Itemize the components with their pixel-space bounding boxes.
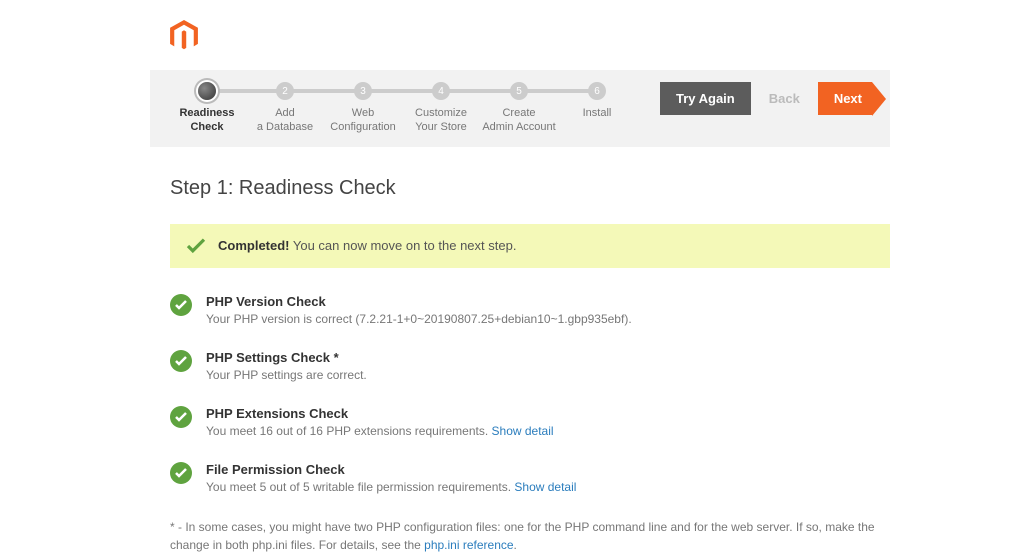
step-install[interactable]: 6 Install bbox=[558, 82, 636, 120]
step-dot: 3 bbox=[354, 82, 372, 100]
check-icon bbox=[186, 238, 206, 254]
success-icon bbox=[170, 350, 192, 372]
step-dot: 6 bbox=[588, 82, 606, 100]
step-label: Web bbox=[324, 106, 402, 120]
step-readiness-check[interactable]: Readiness Check bbox=[168, 82, 246, 135]
back-button: Back bbox=[759, 82, 810, 115]
check-desc: You meet 16 out of 16 PHP extensions req… bbox=[206, 424, 492, 438]
step-nav: Readiness Check 2 Add a Database 3 Web C… bbox=[150, 70, 890, 147]
check-desc: Your PHP settings are correct. bbox=[206, 368, 367, 382]
step-label: Customize bbox=[402, 106, 480, 120]
banner-text: Completed! You can now move on to the ne… bbox=[218, 238, 516, 253]
page-title: Step 1: Readiness Check bbox=[170, 177, 890, 200]
check-php-settings: PHP Settings Check * Your PHP settings a… bbox=[170, 350, 890, 382]
step-dot: 4 bbox=[432, 82, 450, 100]
check-desc: You meet 5 out of 5 writable file permis… bbox=[206, 480, 514, 494]
step-label: Check bbox=[168, 120, 246, 134]
check-desc: Your PHP version is correct (7.2.21-1+0~… bbox=[206, 312, 632, 326]
footnote: * - In some cases, you might have two PH… bbox=[170, 518, 890, 554]
success-icon bbox=[170, 294, 192, 316]
step-label: Create bbox=[480, 106, 558, 120]
step-list: Readiness Check 2 Add a Database 3 Web C… bbox=[168, 82, 650, 135]
step-label: a Database bbox=[246, 120, 324, 134]
step-label: Add bbox=[246, 106, 324, 120]
check-title: File Permission Check bbox=[206, 462, 576, 477]
check-title: PHP Settings Check * bbox=[206, 350, 367, 365]
step-label: Install bbox=[558, 106, 636, 120]
check-title: PHP Version Check bbox=[206, 294, 632, 309]
check-php-version: PHP Version Check Your PHP version is co… bbox=[170, 294, 890, 326]
show-detail-link[interactable]: Show detail bbox=[492, 424, 554, 438]
step-label: Configuration bbox=[324, 120, 402, 134]
step-label: Admin Account bbox=[480, 120, 558, 134]
header bbox=[10, 0, 1014, 70]
step-dot bbox=[198, 82, 216, 100]
next-button[interactable]: Next bbox=[818, 82, 872, 115]
success-icon bbox=[170, 462, 192, 484]
step-dot: 5 bbox=[510, 82, 528, 100]
check-php-extensions: PHP Extensions Check You meet 16 out of … bbox=[170, 406, 890, 438]
phpini-reference-link[interactable]: php.ini reference bbox=[424, 538, 513, 552]
check-file-permission: File Permission Check You meet 5 out of … bbox=[170, 462, 890, 494]
step-label: Readiness bbox=[168, 106, 246, 120]
magento-logo-icon bbox=[170, 20, 1014, 52]
step-label: Your Store bbox=[402, 120, 480, 134]
show-detail-link[interactable]: Show detail bbox=[514, 480, 576, 494]
check-title: PHP Extensions Check bbox=[206, 406, 554, 421]
try-again-button[interactable]: Try Again bbox=[660, 82, 751, 115]
step-dot: 2 bbox=[276, 82, 294, 100]
success-icon bbox=[170, 406, 192, 428]
success-banner: Completed! You can now move on to the ne… bbox=[170, 224, 890, 268]
